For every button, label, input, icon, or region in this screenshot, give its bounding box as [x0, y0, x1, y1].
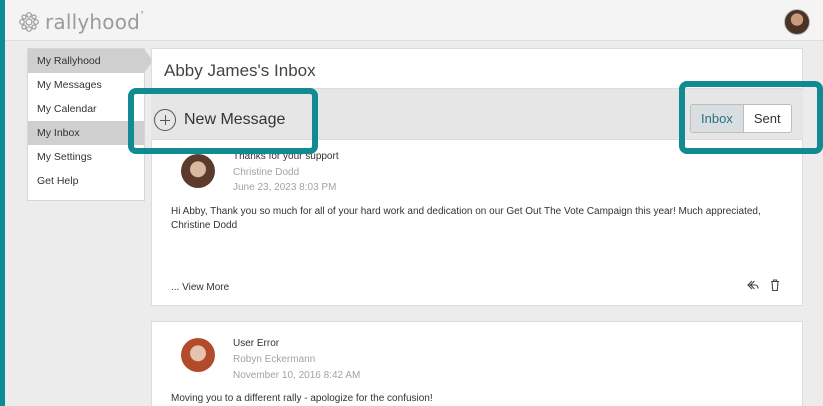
plus-circle-icon	[154, 109, 176, 131]
page-title: Abby James's Inbox	[164, 61, 316, 80]
sidebar-item-get-help[interactable]: Get Help	[28, 169, 144, 193]
message-subject[interactable]: User Error	[233, 338, 279, 349]
new-message-button[interactable]: New Message	[154, 105, 285, 135]
message-actions	[746, 278, 782, 292]
message-body-line: Hi Abby, Thank you so much for all of yo…	[171, 206, 761, 217]
message-sender: Christine Dodd	[233, 167, 300, 178]
logo-icon	[19, 12, 39, 32]
new-message-label: New Message	[184, 111, 286, 128]
message-card: User Error Robyn Eckermann November 10, …	[151, 321, 803, 406]
top-bar: rallyhood°	[5, 0, 823, 41]
message-body: Hi Abby, Thank you so much for all of yo…	[171, 205, 791, 233]
logo-text: rallyhood°	[45, 10, 145, 34]
trash-icon[interactable]	[768, 278, 782, 292]
main-content: Abby James's Inbox New Message Inbox Sen…	[128, 48, 823, 406]
message-body-line: Christine Dodd	[171, 220, 238, 231]
sidebar-item-my-settings[interactable]: My Settings	[28, 145, 144, 169]
user-avatar[interactable]	[784, 9, 810, 35]
sender-avatar	[181, 338, 215, 372]
sidebar-item-my-inbox[interactable]: My Inbox	[28, 121, 144, 145]
message-body-line: Moving you to a different rally - apolog…	[171, 393, 433, 404]
message-date: June 23, 2023 8:03 PM	[233, 182, 337, 193]
message-sender: Robyn Eckermann	[233, 354, 316, 365]
sidebar-item-my-calendar[interactable]: My Calendar	[28, 97, 144, 121]
mailbox-tabs: Inbox Sent	[690, 104, 792, 133]
tab-inbox[interactable]: Inbox	[691, 105, 744, 132]
tab-sent[interactable]: Sent	[744, 105, 791, 132]
message-card: Thanks for your support Christine Dodd J…	[151, 139, 803, 306]
message-body: Moving you to a different rally - apolog…	[171, 392, 791, 406]
view-more-link[interactable]: ... View More	[171, 282, 229, 293]
message-date: November 10, 2016 8:42 AM	[233, 370, 361, 381]
reply-icon[interactable]	[746, 278, 760, 292]
sidebar-item-my-messages[interactable]: My Messages	[28, 73, 144, 97]
sender-avatar	[181, 154, 215, 188]
sidebar-item-my-rallyhood[interactable]: My Rallyhood	[28, 49, 153, 73]
rallyhood-logo[interactable]: rallyhood°	[18, 10, 144, 34]
app-window: rallyhood° My Rallyhood My Messages My C…	[5, 0, 823, 406]
